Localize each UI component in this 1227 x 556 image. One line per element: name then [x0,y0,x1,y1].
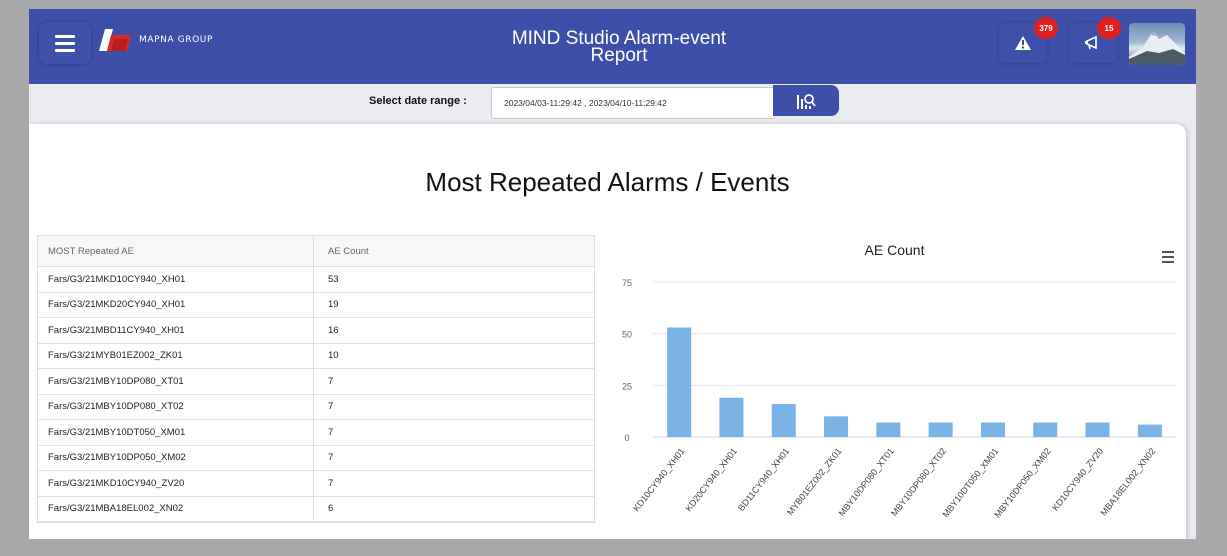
table-row[interactable]: Fars/G3/21MBY10DP080_XT02 7 [38,394,594,420]
ae-name-cell: Fars/G3/21MBY10DP080_XT02 [38,394,314,419]
x-tick-label: MBA18EL002_XN02 [1098,446,1157,518]
app-title: MIND Studio Alarm-event Report [409,29,829,66]
ae-name-cell: Fars/G3/21MKD20CY940_XH01 [38,292,314,317]
ae-table: MOST Repeated AE AE Count Fars/G3/21MKD1… [37,235,595,523]
ae-name-cell: Fars/G3/21MBY10DP050_XM02 [38,445,314,470]
hamburger-line [55,41,75,45]
alarm-button[interactable]: 379 [999,17,1058,63]
x-tick-label: KD10CY940_XH01 [631,446,687,513]
table-row[interactable]: Fars/G3/21MBD11CY940_XH01 16 [38,318,594,344]
company-logo[interactable]: MAPNA GROUP [97,29,213,51]
y-tick-label: 0 [624,433,629,443]
bar [771,403,796,437]
ae-count-cell: 19 [328,299,339,311]
x-tick-label: MBY10DP080_XT01 [837,446,896,518]
ae-name-cell: Fars/G3/21MBD11CY940_XH01 [38,318,314,343]
bar [876,422,901,437]
bar [1085,422,1110,437]
x-tick-label: MBY10DT050_XM01 [940,446,1000,519]
mountain-image [1129,31,1185,65]
x-tick-label: KD10CY940_ZV20 [1050,446,1105,512]
app-title-line2: Report [590,45,648,66]
date-range-search-button[interactable] [773,85,839,116]
ae-name-cell: Fars/G3/21MKD10CY940_XH01 [38,267,314,292]
bar [1137,424,1162,437]
alarm-count-badge: 379 [1034,17,1058,39]
y-tick-label: 25 [622,381,632,391]
hamburger-line [55,48,75,52]
outer-frame: MAPNA GROUP MIND Studio Alarm-event Repo… [0,0,1227,556]
ae-name-cell: Fars/G3/21MBA18EL002_XN02 [38,496,314,521]
x-tick-label: BD11CY940_XH01 [736,446,791,513]
table-row[interactable]: Fars/G3/21MKD10CY940_ZV20 7 [38,471,594,497]
date-range-bar: Select date range : 2023/04/03-11:29:42 … [29,84,1196,124]
date-range-label: Select date range : [369,95,467,107]
report-search-icon [797,93,816,109]
mapna-logo-icon [99,29,131,51]
table-header: MOST Repeated AE AE Count [38,236,594,267]
user-avatar[interactable] [1129,23,1185,65]
table-row[interactable]: Fars/G3/21MKD20CY940_XH01 19 [38,292,594,318]
top-bar: MAPNA GROUP MIND Studio Alarm-event Repo… [29,9,1196,84]
megaphone-icon [1085,35,1097,50]
date-range-input[interactable]: 2023/04/03-11:29:42 , 2023/04/10-11:29:4… [491,87,776,119]
ae-name-cell: Fars/G3/21MYB01EZ002_ZK01 [38,343,314,368]
app-window: MAPNA GROUP MIND Studio Alarm-event Repo… [29,9,1196,539]
ae-count-cell: 10 [328,350,339,362]
ae-name-cell: Fars/G3/21MBY10DT050_XM01 [38,420,314,445]
x-tick-label: MYB01EZ002_ZK01 [785,446,844,517]
menu-button[interactable] [39,22,91,64]
notification-count-badge: 15 [1097,17,1121,39]
ae-count-cell: 7 [328,426,334,438]
y-tick-label: 50 [622,330,632,340]
ae-count-cell: 7 [328,477,334,489]
bar [667,327,692,437]
column-header-count[interactable]: AE Count [314,246,594,257]
bar [719,397,744,437]
chart-plot-area: 0 25 50 75 KD10CY940_XH01KD20CY940_XH01BD11C… [622,278,1176,520]
ae-count-cell: 53 [328,273,339,285]
x-tick-label: MBY10DP080_XT02 [889,446,948,518]
x-tick-label: KD20CY940_XH01 [683,446,739,513]
table-row[interactable]: Fars/G3/21MYB01EZ002_ZK01 10 [38,343,594,369]
ae-count-cell: 7 [328,452,334,464]
bar [980,422,1005,437]
ae-count-cell: 16 [328,324,339,336]
ae-count-cell: 7 [328,401,334,413]
page-title: Most Repeated Alarms / Events [425,167,790,197]
x-tick-label: MBY10DP050_XM02 [992,446,1053,520]
y-tick-label: 75 [622,278,632,288]
bar [1033,422,1058,437]
table-row[interactable]: Fars/G3/21MBA18EL002_XN02 6 [38,496,594,522]
table-row[interactable]: Fars/G3/21MBY10DT050_XM01 7 [38,420,594,446]
notification-button[interactable]: 15 [1069,17,1121,63]
report-card: Most Repeated Alarms / Events MOST Repea… [29,124,1186,539]
table-row[interactable]: Fars/G3/21MKD10CY940_XH01 53 [38,267,594,293]
ae-name-cell: Fars/G3/21MKD10CY940_ZV20 [38,471,314,496]
ae-count-cell: 6 [328,503,334,515]
warning-icon [1015,36,1031,50]
bar [824,416,849,437]
hamburger-line [55,34,75,38]
logo-text: MAPNA GROUP [139,35,214,45]
bar [928,422,953,437]
ae-count-chart: AE Count 0 25 50 75 KD10CY940_XH01 KD20CY940_… [603,231,1186,539]
table-row[interactable]: Fars/G3/21MBY10DP050_XM02 7 [38,445,594,471]
column-header-ae[interactable]: MOST Repeated AE [38,236,314,266]
ae-name-cell: Fars/G3/21MBY10DP080_XT01 [38,369,314,394]
table-row[interactable]: Fars/G3/21MBY10DP080_XT01 7 [38,369,594,395]
ae-count-cell: 7 [328,375,334,387]
